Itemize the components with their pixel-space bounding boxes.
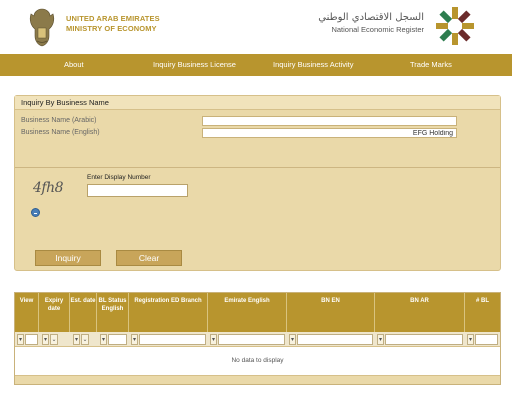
uae-emblem-icon xyxy=(29,8,55,47)
inquiry-panel: Inquiry By Business Name Business Name (… xyxy=(14,95,501,271)
column-header-registration-branch[interactable]: Registration ED Branch xyxy=(129,293,208,332)
filter-icon[interactable]: ▾ xyxy=(131,334,138,345)
refresh-icon[interactable] xyxy=(31,208,40,217)
grid-header: View Expiry date Est. date BL Status Eng… xyxy=(15,293,500,332)
filter-row: ▾ ▾ ⌄ ▾ ⌄ ▾ ▾ ▾ ▾ ▾ ▾ xyxy=(15,332,500,347)
filter-icon[interactable]: ▾ xyxy=(17,334,24,345)
dropdown-icon[interactable]: ⌄ xyxy=(50,334,58,345)
empty-grid-message: No data to display xyxy=(231,357,284,364)
nav-trade-marks[interactable]: Trade Marks xyxy=(410,54,452,76)
filter-input[interactable] xyxy=(475,334,498,345)
column-header-emirate[interactable]: Emirate English xyxy=(208,293,287,332)
filter-icon[interactable]: ▾ xyxy=(100,334,107,345)
ministry-line-2: MINISTRY OF ECONOMY xyxy=(66,24,157,33)
captcha-label: Enter Display Number xyxy=(87,174,151,181)
filter-icon[interactable]: ▾ xyxy=(377,334,384,345)
register-title-english: National Economic Register xyxy=(331,25,424,34)
column-header-bn-en[interactable]: BN EN xyxy=(287,293,375,332)
filter-icon[interactable]: ▾ xyxy=(210,334,217,345)
filter-icon[interactable]: ▾ xyxy=(467,334,474,345)
clear-button[interactable]: Clear xyxy=(116,250,182,266)
filter-input[interactable] xyxy=(139,334,206,345)
filter-input[interactable] xyxy=(218,334,285,345)
business-name-english-label: Business Name (English) xyxy=(21,129,100,136)
business-name-arabic-input[interactable] xyxy=(202,116,457,126)
grid-footer xyxy=(15,375,500,384)
dropdown-icon[interactable]: ⌄ xyxy=(81,334,89,345)
filter-input[interactable] xyxy=(108,334,127,345)
captcha-image: 4fh8 xyxy=(33,180,64,196)
main-navigation: About Inquiry Business License Inquiry B… xyxy=(0,54,512,76)
form-divider xyxy=(15,167,500,168)
captcha-input[interactable] xyxy=(87,184,188,197)
business-name-english-input[interactable] xyxy=(202,128,457,138)
nav-about[interactable]: About xyxy=(64,54,84,76)
filter-icon[interactable]: ▾ xyxy=(73,334,80,345)
ministry-line-1: UNITED ARAB EMIRATES xyxy=(66,14,160,23)
nav-inquiry-business-license[interactable]: Inquiry Business License xyxy=(153,54,236,76)
site-header: UNITED ARAB EMIRATES MINISTRY OF ECONOMY… xyxy=(0,0,512,54)
column-header-bl-status[interactable]: BL Status English xyxy=(97,293,129,332)
filter-icon[interactable]: ▾ xyxy=(42,334,49,345)
column-header-est-date[interactable]: Est. date xyxy=(70,293,97,332)
panel-title: Inquiry By Business Name xyxy=(15,96,500,110)
results-grid: View Expiry date Est. date BL Status Eng… xyxy=(14,292,501,385)
filter-icon[interactable]: ▾ xyxy=(289,334,296,345)
filter-input[interactable] xyxy=(385,334,463,345)
inquiry-button[interactable]: Inquiry xyxy=(35,250,101,266)
column-header-view[interactable]: View xyxy=(15,293,39,332)
filter-input[interactable] xyxy=(297,334,373,345)
filter-input[interactable] xyxy=(25,334,38,345)
ner-logo-icon xyxy=(436,7,474,45)
column-header-bn-ar[interactable]: BN AR xyxy=(375,293,465,332)
business-name-arabic-label: Business Name (Arabic) xyxy=(21,117,97,124)
column-header-expiry-date[interactable]: Expiry date xyxy=(39,293,70,332)
register-title-arabic: السجل الاقتصادي الوطني xyxy=(318,12,424,23)
ministry-name: UNITED ARAB EMIRATES MINISTRY OF ECONOMY xyxy=(66,14,160,34)
column-header-bl-number[interactable]: # BL xyxy=(465,293,500,332)
nav-inquiry-business-activity[interactable]: Inquiry Business Activity xyxy=(273,54,353,76)
